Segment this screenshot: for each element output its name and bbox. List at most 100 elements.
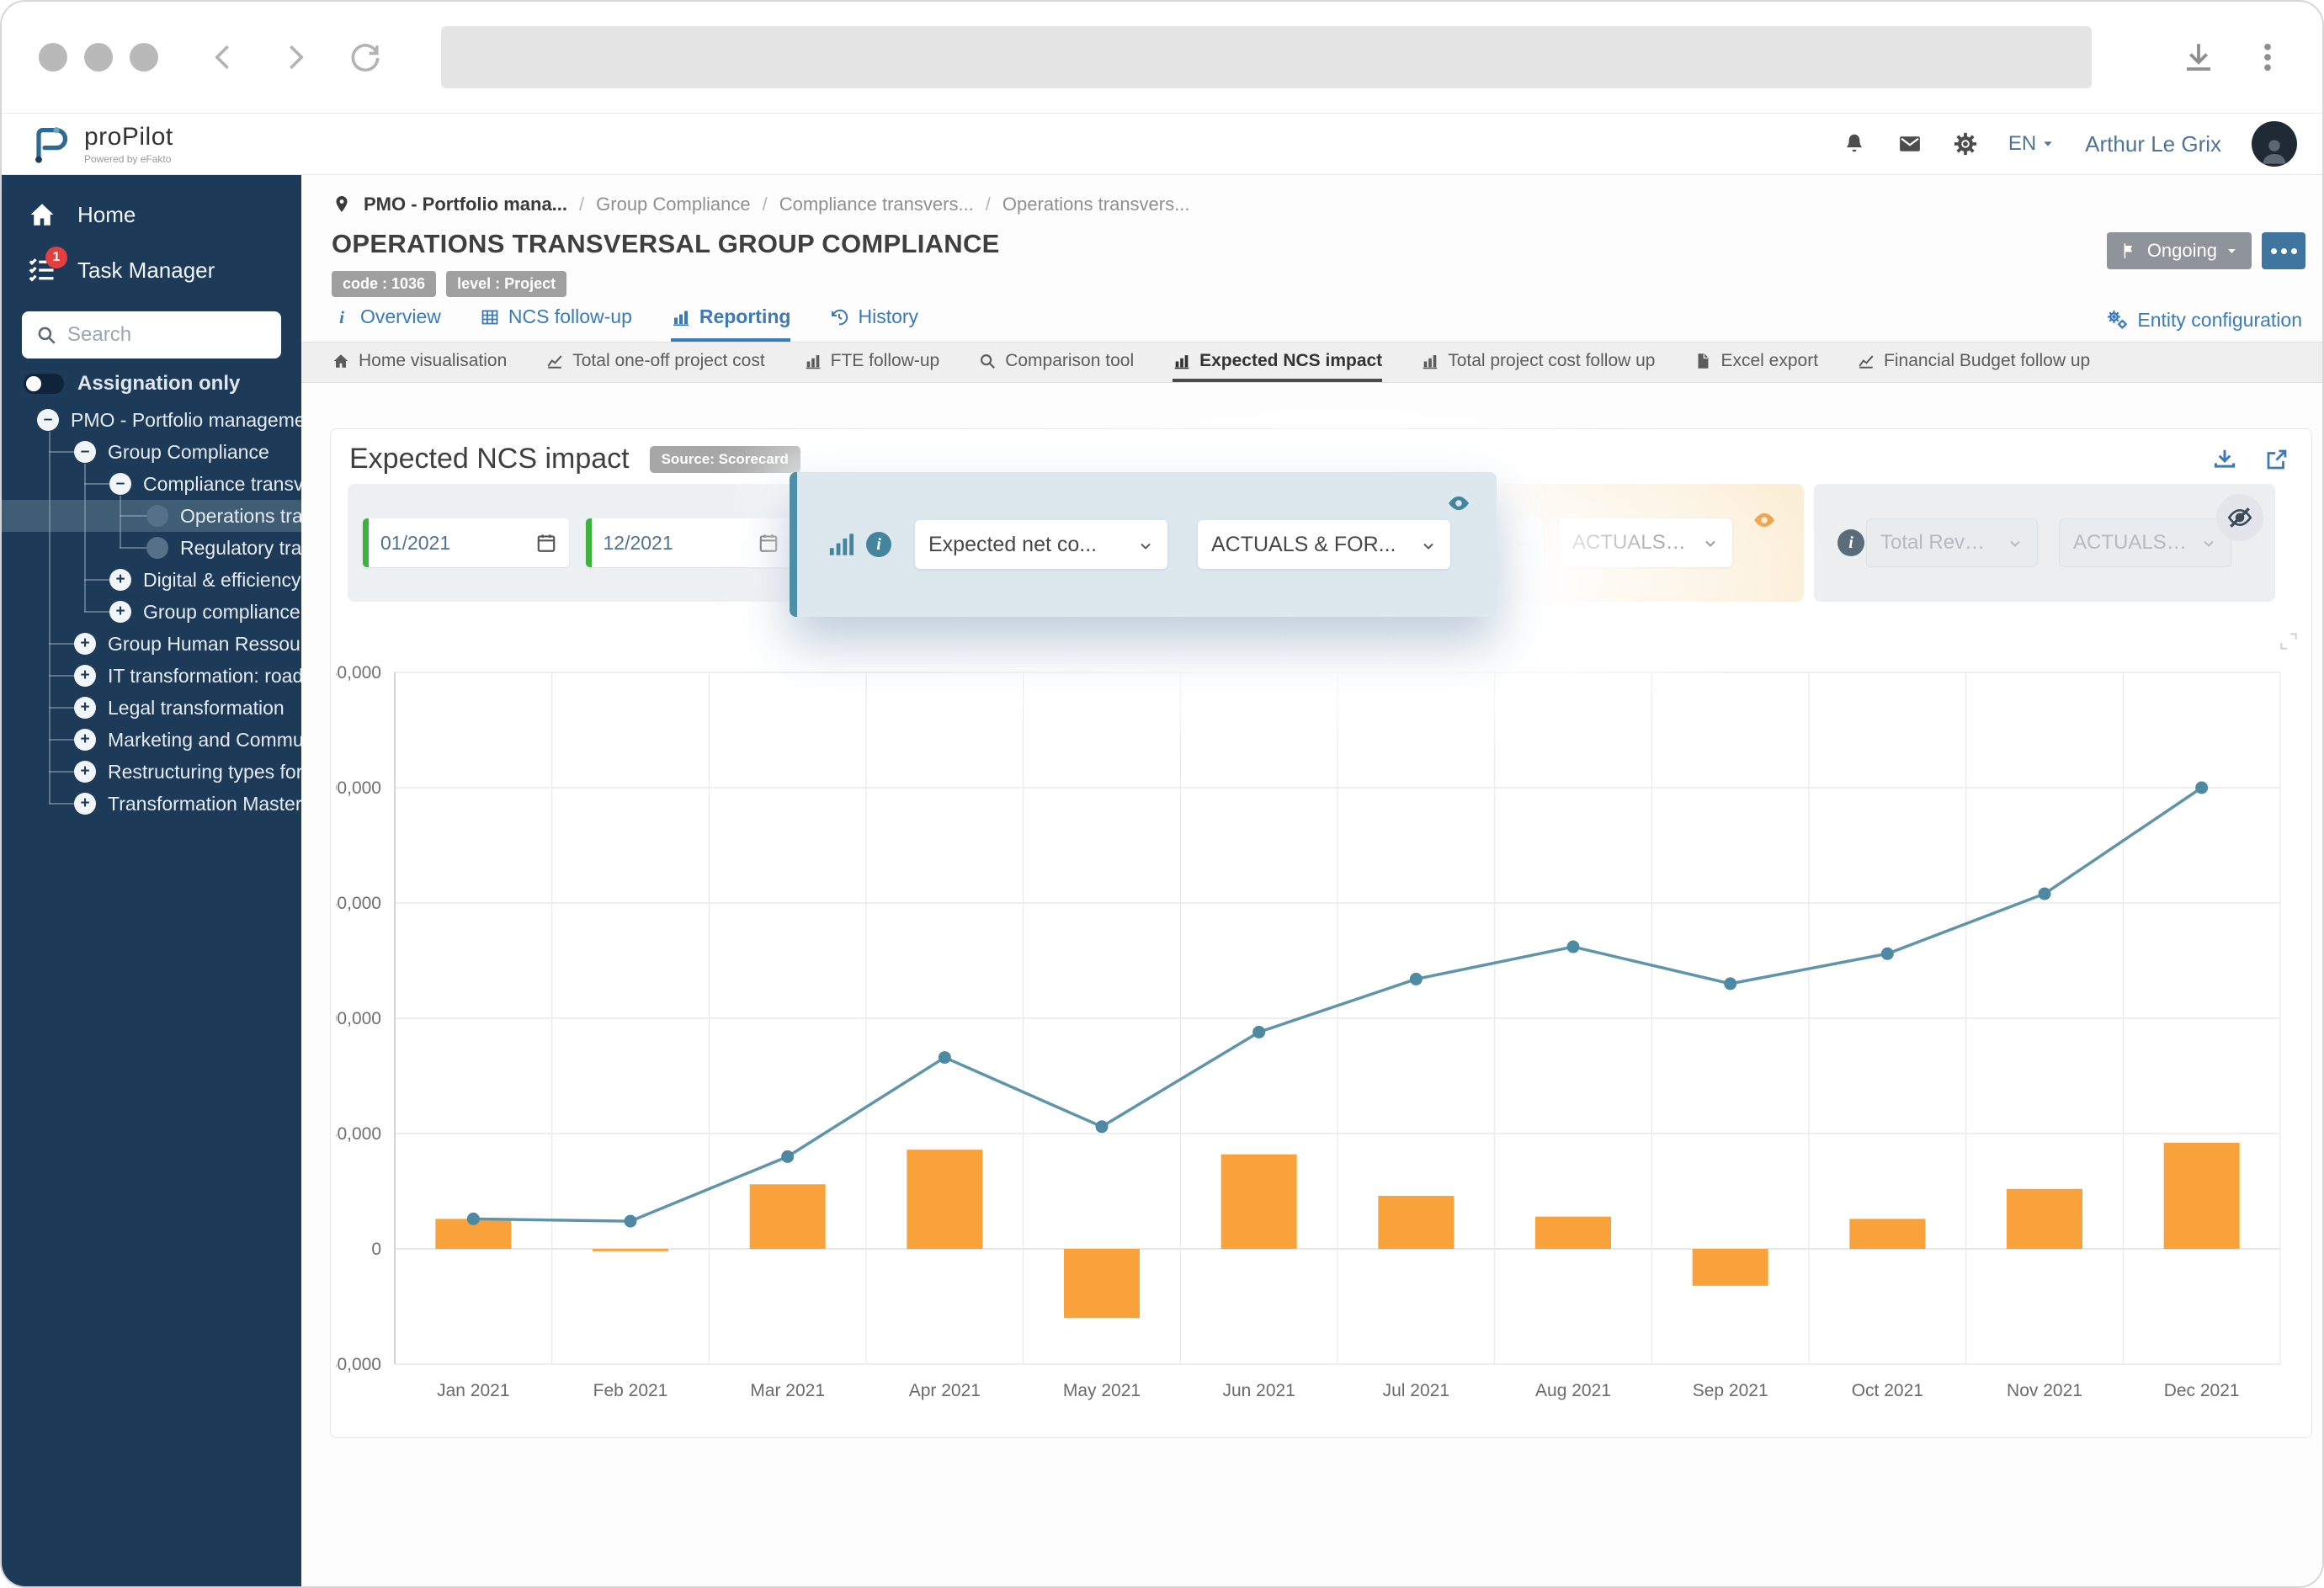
- subtab-expected-ncs-impact[interactable]: Expected NCS impact: [1173, 343, 1382, 382]
- tree-item[interactable]: +Group Human Ressources: [2, 628, 301, 660]
- metric-dropdown[interactable]: Expected net co...: [915, 520, 1167, 569]
- leaf-bullet-icon[interactable]: [146, 505, 168, 527]
- svg-text:0: 0: [371, 1240, 381, 1259]
- download-page-icon[interactable]: [2181, 40, 2216, 75]
- tree-item[interactable]: +Digital & efficiency compli...: [2, 564, 301, 596]
- breadcrumb-item[interactable]: Group Compliance: [596, 194, 750, 215]
- subtab-excel-export[interactable]: Excel export: [1694, 343, 1818, 382]
- user-name[interactable]: Arthur Le Grix: [2085, 131, 2221, 157]
- collapse-icon[interactable]: –: [109, 473, 131, 495]
- download-chart-icon[interactable]: [2212, 447, 2237, 472]
- tree-item-label: PMO - Portfolio management: [71, 409, 322, 432]
- tab-overview[interactable]: iOverview: [332, 305, 441, 342]
- eye-icon[interactable]: [1446, 491, 1471, 516]
- expand-icon[interactable]: +: [74, 697, 96, 719]
- subtab-fte-follow-up[interactable]: FTE follow-up: [804, 343, 940, 382]
- sidebar-item-home[interactable]: Home: [2, 187, 301, 242]
- subtab-label: Total project cost follow up: [1448, 351, 1655, 371]
- subtab-total-project-cost-follow-up[interactable]: Total project cost follow up: [1421, 343, 1655, 382]
- svg-text:Apr 2021: Apr 2021: [909, 1381, 981, 1400]
- svg-text:Feb 2021: Feb 2021: [593, 1381, 668, 1400]
- subtab-home-visualisation[interactable]: Home visualisation: [332, 343, 507, 382]
- tab-history[interactable]: History: [829, 305, 918, 342]
- eye-icon[interactable]: [1752, 507, 1777, 533]
- breadcrumb-item[interactable]: Operations transvers...: [1002, 194, 1190, 215]
- calendar-icon: [535, 532, 557, 554]
- status-button[interactable]: Ongoing: [2107, 232, 2252, 269]
- brand-name: proPilot: [84, 123, 173, 151]
- orange-scenario-dropdown[interactable]: ACTUALS & FO...: [1559, 518, 1732, 567]
- expand-icon[interactable]: +: [109, 569, 131, 591]
- subtab-total-one-off-project-cost[interactable]: Total one-off project cost: [545, 343, 764, 382]
- gray-scenario-dropdown[interactable]: ACTUALS & FO...: [2059, 518, 2231, 567]
- date-from-input[interactable]: 01/2021: [363, 518, 569, 567]
- expand-icon[interactable]: +: [74, 793, 96, 815]
- tree-item[interactable]: +Transformation Master Plan -...: [2, 788, 301, 820]
- collapse-icon[interactable]: –: [74, 441, 96, 463]
- sidebar-item-label: Task Manager: [77, 258, 215, 284]
- messages-envelope-icon[interactable]: [1897, 131, 1922, 157]
- entity-configuration-link[interactable]: Entity configuration: [2105, 308, 2302, 342]
- tab-reporting[interactable]: Reporting: [671, 305, 791, 342]
- location-pin-icon: [332, 194, 352, 215]
- tree-item[interactable]: –Group Compliance: [2, 436, 301, 468]
- chart-toolbox-icon[interactable]: [2278, 630, 2300, 652]
- series-section-disabled: i Total Revenue I... ACTUALS & FO...: [1814, 484, 2275, 602]
- date-to-input[interactable]: 12/2021: [586, 518, 792, 567]
- scenario-dropdown[interactable]: ACTUALS & FOR...: [1198, 520, 1450, 569]
- assignation-toggle[interactable]: [24, 374, 64, 394]
- open-external-icon[interactable]: [2264, 447, 2289, 472]
- point-Apr 2021: [939, 1051, 951, 1064]
- history-icon: [829, 307, 849, 327]
- tab-ncs-follow-up[interactable]: NCS follow-up: [480, 305, 632, 342]
- expand-icon[interactable]: +: [74, 633, 96, 655]
- back-icon[interactable]: [205, 39, 242, 76]
- subtab-comparison-tool[interactable]: Comparison tool: [978, 343, 1134, 382]
- subtab-label: Excel export: [1720, 351, 1818, 371]
- search-input[interactable]: [67, 323, 328, 347]
- address-bar[interactable]: [441, 26, 2092, 88]
- expand-icon[interactable]: +: [74, 729, 96, 751]
- more-actions-button[interactable]: [2262, 232, 2305, 269]
- tree-item[interactable]: Operations transversal ...: [2, 500, 301, 532]
- leaf-bullet-icon[interactable]: [146, 537, 168, 559]
- avatar[interactable]: [2252, 121, 2297, 167]
- collapse-icon[interactable]: –: [37, 409, 59, 431]
- chevron-down-icon: [2200, 534, 2217, 551]
- bar-Aug 2021: [1535, 1217, 1611, 1249]
- window-close-button[interactable]: [39, 43, 67, 72]
- tree-item[interactable]: +Group compliance: [2, 596, 301, 628]
- expand-icon[interactable]: +: [109, 601, 131, 623]
- refresh-icon[interactable]: [347, 39, 384, 76]
- window-zoom-button[interactable]: [130, 43, 158, 72]
- tree-item[interactable]: –PMO - Portfolio management: [2, 404, 301, 436]
- sidebar-search[interactable]: [22, 311, 281, 358]
- notifications-bell-icon[interactable]: [1842, 131, 1867, 157]
- tree-item[interactable]: +IT transformation: road to 20...: [2, 660, 301, 692]
- browser-menu-icon[interactable]: [2250, 40, 2285, 75]
- point-Jan 2021: [467, 1213, 480, 1225]
- gray-metric-dropdown[interactable]: Total Revenue I...: [1866, 518, 2038, 567]
- window-minimize-button[interactable]: [84, 43, 113, 72]
- tree-item[interactable]: Regulatory transversal ...: [2, 532, 301, 564]
- tree-item[interactable]: +Legal transformation: [2, 692, 301, 724]
- language-selector[interactable]: EN: [2008, 132, 2055, 156]
- settings-gear-icon[interactable]: [1953, 131, 1978, 157]
- forward-icon[interactable]: [276, 39, 313, 76]
- eye-off-icon[interactable]: [2216, 494, 2263, 541]
- expand-icon[interactable]: +: [74, 761, 96, 783]
- subtab-financial-budget-follow-up[interactable]: Financial Budget follow up: [1857, 343, 2090, 382]
- tree-item[interactable]: –Compliance transversal pr...: [2, 468, 301, 500]
- tree-item-label: Group Compliance: [108, 441, 269, 464]
- sidebar-item-task-manager[interactable]: 1 Task Manager: [2, 242, 301, 298]
- tree-item[interactable]: +Marketing and Communicati...: [2, 724, 301, 756]
- expand-icon[interactable]: +: [74, 665, 96, 687]
- tree-item[interactable]: +Restructuring types for firms: [2, 756, 301, 788]
- breadcrumb-item[interactable]: Compliance transvers...: [779, 194, 974, 215]
- breadcrumb-item[interactable]: PMO - Portfolio mana...: [364, 194, 567, 215]
- svg-text:Jul 2021: Jul 2021: [1383, 1381, 1449, 1400]
- gears-icon: [2105, 308, 2129, 332]
- breadcrumb: PMO - Portfolio mana.../Group Compliance…: [301, 175, 2322, 220]
- search-icon: [978, 352, 997, 370]
- svg-text:-50,000: -50,000: [336, 1355, 381, 1374]
